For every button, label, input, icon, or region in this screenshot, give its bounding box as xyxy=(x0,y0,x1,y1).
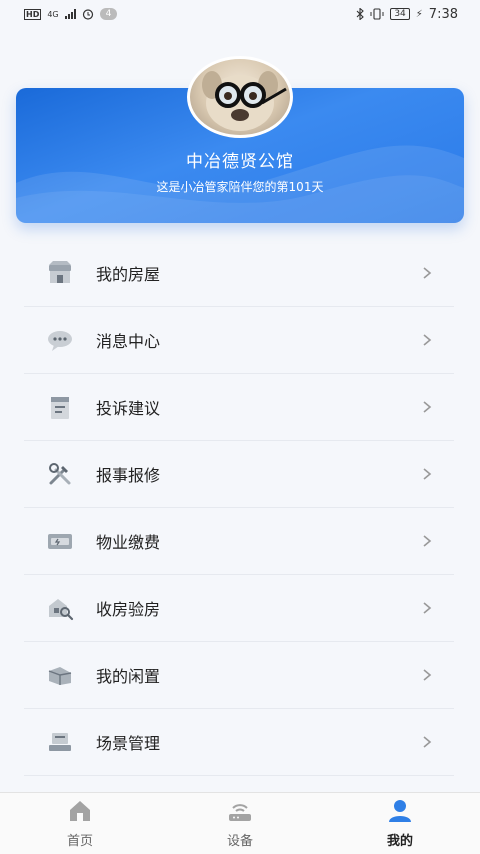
charging-icon: ⚡ xyxy=(415,8,423,20)
menu-item-label: 我的闲置 xyxy=(96,667,161,686)
menu-item-label: 场景管理 xyxy=(96,734,161,753)
menu-item-label: 收房验房 xyxy=(96,600,161,619)
chevron-right-icon xyxy=(423,669,432,681)
idle-items-icon xyxy=(46,661,74,689)
alarm-clock-icon xyxy=(82,9,93,20)
chevron-right-icon xyxy=(423,535,432,547)
home-icon xyxy=(70,801,90,821)
tab-mine[interactable]: 我的 xyxy=(350,798,450,849)
complaint-icon xyxy=(46,393,74,421)
clock-time: 7:38 xyxy=(428,6,458,22)
status-left: HD 4G 4 xyxy=(24,8,118,20)
network-type: 4G xyxy=(47,9,59,19)
status-bar: HD 4G 4 34 ⚡ 7:38 xyxy=(0,0,480,28)
vibrate-icon xyxy=(370,8,384,20)
chevron-right-icon xyxy=(423,401,432,413)
chevron-right-icon xyxy=(423,468,432,480)
chevron-right-icon xyxy=(423,334,432,346)
companion-days-text: 这是小冶管家陪伴您的第101天 xyxy=(156,180,324,194)
payment-card-icon xyxy=(46,527,74,555)
signal-icon xyxy=(64,9,76,19)
avatar[interactable] xyxy=(187,56,293,138)
menu-item-my-house[interactable]: 我的房屋 xyxy=(24,240,454,307)
bottom-tab-bar: 首页 设备 我的 xyxy=(0,792,480,854)
device-router-icon xyxy=(229,804,251,821)
menu-item-repair[interactable]: 报事报修 xyxy=(24,441,454,508)
status-right: 34 ⚡ 7:38 xyxy=(356,7,458,22)
hd-indicator: HD xyxy=(24,8,42,20)
menu-item-label: 我的房屋 xyxy=(96,265,161,284)
menu-item-label: 报事报修 xyxy=(96,466,161,485)
tab-home[interactable]: 首页 xyxy=(30,798,130,849)
menu-item-label: 物业缴费 xyxy=(96,533,161,552)
menu-item-message-center[interactable]: 消息中心 xyxy=(24,307,454,374)
tab-devices[interactable]: 设备 xyxy=(190,798,290,849)
house-icon xyxy=(46,259,74,287)
notification-badge: 4 xyxy=(99,8,118,20)
menu-item-complaints[interactable]: 投诉建议 xyxy=(24,374,454,441)
menu-item-property-fee[interactable]: 物业缴费 xyxy=(24,508,454,575)
menu-list: 我的房屋 消息中心 投诉建议 报事报修 物业缴费 收房验房 我的闲置 场景管理 xyxy=(24,240,454,776)
tab-label: 我的 xyxy=(386,834,413,849)
chevron-right-icon xyxy=(423,736,432,748)
repair-tools-icon xyxy=(46,460,74,488)
tab-label: 设备 xyxy=(226,834,253,849)
scene-icon xyxy=(46,728,74,756)
avatar-dog-image xyxy=(202,71,287,131)
menu-item-house-inspection[interactable]: 收房验房 xyxy=(24,575,454,642)
menu-item-label: 消息中心 xyxy=(96,332,161,351)
chevron-right-icon xyxy=(423,267,432,279)
message-icon xyxy=(46,326,74,354)
menu-item-scene-management[interactable]: 场景管理 xyxy=(24,709,454,776)
tab-label: 首页 xyxy=(66,834,93,849)
house-inspection-icon xyxy=(46,594,74,622)
chevron-right-icon xyxy=(423,602,432,614)
battery-icon: 34 xyxy=(390,8,410,20)
bluetooth-icon xyxy=(356,8,365,20)
community-name: 中冶德贤公馆 xyxy=(186,152,294,172)
user-icon xyxy=(389,800,411,822)
menu-item-idle-items[interactable]: 我的闲置 xyxy=(24,642,454,709)
menu-item-label: 投诉建议 xyxy=(96,399,161,418)
